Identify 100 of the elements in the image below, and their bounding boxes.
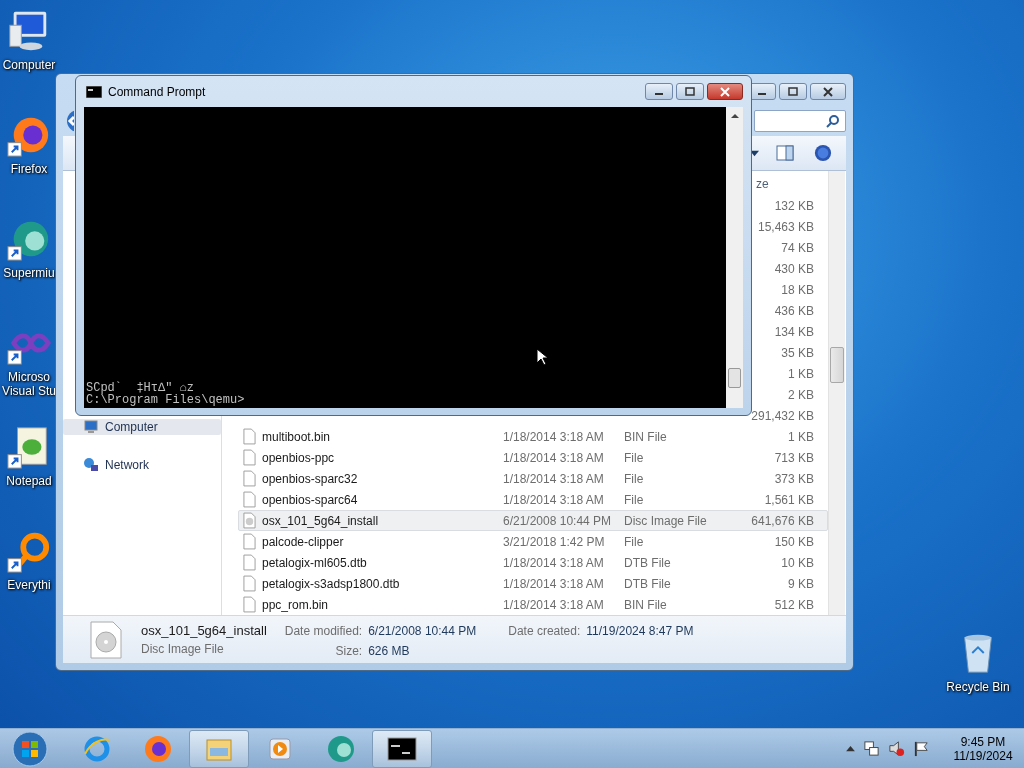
minimize-button[interactable] bbox=[645, 83, 673, 100]
disc-file-icon bbox=[89, 619, 123, 660]
flag-icon[interactable] bbox=[913, 740, 930, 757]
file-size: 74 KB bbox=[781, 240, 814, 255]
file-size: 18 KB bbox=[781, 282, 814, 297]
file-size: 10 KB bbox=[781, 555, 814, 570]
file-name[interactable]: osx_101_5g64_install bbox=[262, 513, 379, 528]
date-modified: 1/18/2014 3:18 AM bbox=[503, 597, 604, 612]
date-modified: 1/18/2014 3:18 AM bbox=[503, 450, 604, 465]
file-icon bbox=[243, 428, 256, 445]
file-size: 134 KB bbox=[774, 324, 814, 339]
maximize-button[interactable] bbox=[779, 83, 807, 100]
show-hidden-icons-icon[interactable] bbox=[846, 745, 855, 752]
desktop-icon-label[interactable]: Visual Stu bbox=[2, 384, 56, 398]
sidebar-item[interactable]: Computer bbox=[63, 419, 221, 435]
file-size: 713 KB bbox=[774, 450, 814, 465]
property-label: Date created: bbox=[508, 624, 581, 638]
scrollbar[interactable] bbox=[726, 107, 743, 408]
column-header[interactable]: ze bbox=[756, 177, 769, 191]
minimize-icon bbox=[655, 92, 663, 95]
file-icon bbox=[243, 575, 256, 592]
selected-row[interactable]: osx_101_5g64_install 6/21/2008 10:44 PM Disc Image File 641,676 KB bbox=[238, 510, 828, 531]
property-label: Date modified: bbox=[284, 624, 363, 638]
file-type: DTB File bbox=[624, 576, 671, 591]
file-name[interactable]: ppc_rom.bin bbox=[262, 597, 329, 612]
date-modified: 3/21/2018 1:42 PM bbox=[503, 534, 605, 549]
clock[interactable]: 9:45 PM 11/19/2024 bbox=[948, 734, 1018, 763]
maximize-button[interactable] bbox=[676, 83, 704, 100]
file-icon bbox=[243, 470, 256, 487]
scrollbar-thumb[interactable] bbox=[728, 368, 741, 388]
file-name[interactable]: petalogix-s3adsp1800.dtb bbox=[262, 576, 400, 591]
preview-pane-icon[interactable] bbox=[776, 145, 794, 161]
file-name[interactable]: petalogix-ml605.dtb bbox=[262, 555, 367, 570]
file-size: 291,432 KB bbox=[751, 408, 814, 423]
file-name[interactable]: palcode-clipper bbox=[262, 534, 344, 549]
file-name[interactable]: openbios-ppc bbox=[262, 450, 335, 465]
file-size: 1 KB bbox=[788, 429, 814, 444]
desktop-icon-label[interactable]: Computer bbox=[2, 58, 56, 72]
desktop-icon-label[interactable]: Firefox bbox=[10, 162, 48, 176]
close-icon bbox=[720, 86, 730, 97]
console-icon bbox=[86, 85, 102, 98]
file-type: Disc Image File bbox=[141, 642, 225, 656]
maximize-icon bbox=[788, 86, 798, 97]
desktop-icon-label[interactable]: Everythi bbox=[7, 578, 51, 592]
file-name[interactable]: openbios-sparc64 bbox=[262, 492, 358, 507]
file-size: 2 KB bbox=[788, 387, 814, 402]
network-icon[interactable] bbox=[863, 740, 880, 757]
file-name[interactable]: multiboot.bin bbox=[262, 429, 331, 444]
file-size: 436 KB bbox=[774, 303, 814, 318]
windows-logo-icon bbox=[12, 730, 48, 767]
window-title: Command Prompt bbox=[108, 84, 206, 99]
console-area[interactable]: SCpd` ‡Hτ∆" ⌂z C:\Program Files\qemu> bbox=[84, 107, 726, 408]
minimize-icon bbox=[758, 92, 766, 95]
close-button[interactable] bbox=[810, 83, 846, 100]
property-value: 6/21/2008 10:44 PM bbox=[368, 624, 477, 638]
volume-muted-icon[interactable] bbox=[888, 740, 905, 757]
desktop-icon-label[interactable]: Supermiu bbox=[3, 266, 55, 280]
close-icon bbox=[823, 86, 833, 97]
file-size: 641,676 KB bbox=[751, 513, 814, 528]
file-type: File bbox=[624, 534, 644, 549]
date-modified: 1/18/2014 3:18 AM bbox=[503, 576, 604, 591]
file-size: 132 KB bbox=[774, 198, 814, 213]
date-modified: 1/18/2014 3:18 AM bbox=[503, 555, 604, 570]
file-name[interactable]: openbios-sparc32 bbox=[262, 471, 358, 486]
file-type: File bbox=[624, 471, 644, 486]
console-icon bbox=[387, 736, 417, 761]
firefox-icon bbox=[143, 733, 173, 764]
file-name: osx_101_5g64_install bbox=[141, 623, 267, 638]
file-type: BIN File bbox=[624, 597, 667, 612]
file-type: BIN File bbox=[624, 429, 667, 444]
network-icon bbox=[83, 457, 99, 473]
scroll-up-icon[interactable] bbox=[730, 113, 739, 119]
desktop-icon-label[interactable]: Recycle Bin bbox=[946, 680, 1010, 694]
date-modified: 1/18/2014 3:18 AM bbox=[503, 429, 604, 444]
desktop-icon-label[interactable]: Notepad bbox=[6, 474, 52, 488]
sidebar-item[interactable]: Network bbox=[63, 457, 221, 473]
file-icon bbox=[243, 533, 256, 550]
file-icon bbox=[243, 554, 256, 571]
search-field[interactable] bbox=[754, 109, 846, 132]
search-icon bbox=[826, 113, 840, 128]
file-size: 512 KB bbox=[774, 597, 814, 612]
file-size: 1,561 KB bbox=[764, 492, 814, 507]
file-size: 15,463 KB bbox=[757, 219, 814, 234]
file-icon bbox=[243, 491, 256, 508]
property-label: Size: bbox=[334, 644, 363, 658]
maximize-icon bbox=[685, 86, 695, 97]
property-value: 626 MB bbox=[368, 644, 411, 658]
file-size: 373 KB bbox=[774, 471, 814, 486]
console-line: C:\Program Files\qemu> bbox=[86, 394, 246, 406]
scrollbar[interactable] bbox=[828, 171, 845, 615]
file-size: 430 KB bbox=[774, 261, 814, 276]
file-type: Disc Image File bbox=[624, 513, 707, 528]
close-button[interactable] bbox=[707, 83, 743, 100]
file-type: DTB File bbox=[624, 555, 671, 570]
date-modified: 1/18/2014 3:18 AM bbox=[503, 471, 604, 486]
file-size: 1 KB bbox=[788, 366, 814, 381]
disc-file-icon bbox=[243, 512, 256, 529]
desktop-icon-label[interactable]: Microso bbox=[8, 370, 50, 384]
taskbar-button[interactable] bbox=[372, 729, 432, 768]
scrollbar-thumb[interactable] bbox=[830, 347, 844, 383]
